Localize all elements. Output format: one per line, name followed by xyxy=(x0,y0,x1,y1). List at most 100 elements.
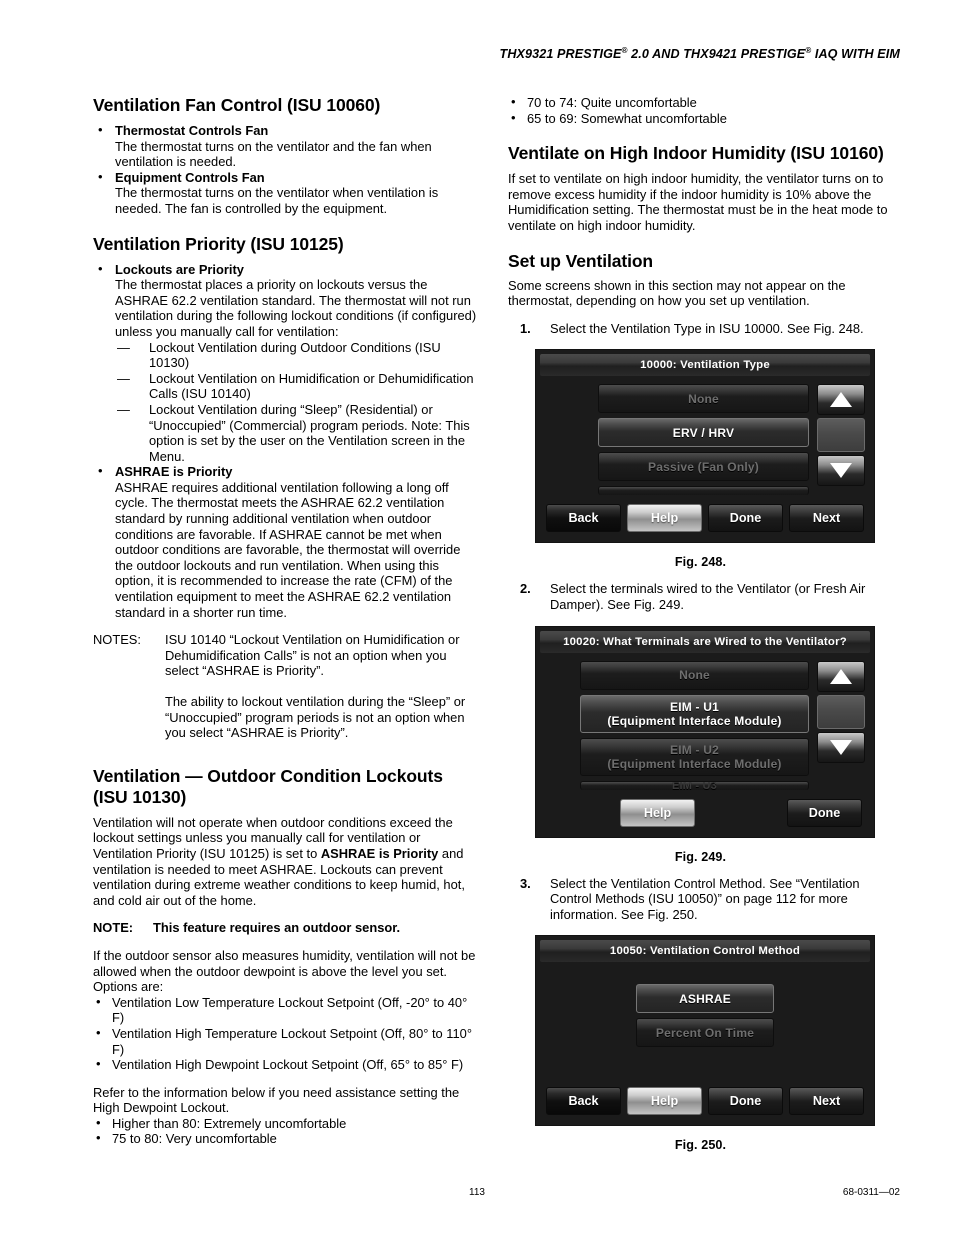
figure-250: 10050: Ventilation Control Method ASHRAE… xyxy=(508,935,893,1152)
left-column: Ventilation Fan Control (ISU 10060) Ther… xyxy=(93,95,478,1147)
option-passive-fan-only[interactable]: Passive (Fan Only) xyxy=(598,452,809,482)
list-item: Lockout Ventilation on Humidification or… xyxy=(115,371,478,402)
bullet-text-ashrae-is-priority: ASHRAE requires additional ventilation f… xyxy=(115,479,461,620)
screen-titlebar: 10020: What Terminals are Wired to the V… xyxy=(540,630,870,653)
option-percent-on-time[interactable]: Percent On Time xyxy=(636,1018,774,1048)
inline-bold-ashrae-is-priority: ASHRAE is Priority xyxy=(320,845,439,861)
screen-title: 10050: Ventilation Control Method xyxy=(609,945,801,958)
option-label: Percent On Time xyxy=(655,1025,755,1040)
screen-title: 10000: Ventilation Type xyxy=(640,359,770,372)
running-header-post: IAQ WITH EIM xyxy=(811,47,900,62)
screen-body: None ERV / HRV Passive (Fan Only) Back H… xyxy=(536,376,874,542)
screen-titlebar: 10050: Ventilation Control Method xyxy=(540,940,870,963)
scroll-down-button[interactable] xyxy=(817,731,865,763)
scrollbar[interactable] xyxy=(817,660,865,763)
step-item-3: 3. Select the Ventilation Control Method… xyxy=(508,876,893,923)
steps-list-1: 1. Select the Ventilation Type in ISU 10… xyxy=(508,321,893,337)
option-sublabel: (Equipment Interface Module) xyxy=(607,713,782,728)
thermostat-screen-10050[interactable]: 10050: Ventilation Control Method ASHRAE… xyxy=(535,935,875,1127)
button-row: Back Help Done Next xyxy=(536,1078,874,1125)
back-button[interactable]: Back xyxy=(546,504,621,533)
running-header: THX9321 PRESTIGE® 2.0 AND THX9421 PRESTI… xyxy=(500,46,900,61)
option-label: None xyxy=(688,391,719,406)
notes-label: NOTES: xyxy=(93,632,141,648)
options-area: ASHRAE Percent On Time xyxy=(536,984,874,1052)
option-eim-u1[interactable]: EIM - U1 (Equipment Interface Module) xyxy=(580,694,809,733)
scroll-up-button[interactable] xyxy=(817,384,865,416)
heading-set-up-ventilation: Set up Ventilation xyxy=(508,250,654,271)
help-button[interactable]: Help xyxy=(620,798,695,827)
option-label: ERV / HRV xyxy=(672,425,735,440)
list-item: Ventilation High Dewpoint Lockout Setpoi… xyxy=(93,1056,478,1073)
back-button[interactable]: Back xyxy=(546,1087,621,1116)
option-sublabel: (Equipment Interface Module) xyxy=(607,756,782,771)
triangle-up-icon xyxy=(830,392,852,408)
option-ashrae[interactable]: ASHRAE xyxy=(636,984,774,1014)
list-item: ASHRAE is Priority ASHRAE requires addit… xyxy=(93,463,478,620)
list-ventilation-priority: Lockouts are Priority The thermostat pla… xyxy=(93,261,478,621)
scroll-up-button[interactable] xyxy=(817,660,865,692)
scrollbar-thumb[interactable] xyxy=(817,418,865,453)
thermostat-screen-10000[interactable]: 10000: Ventilation Type None ERV / HRV P… xyxy=(535,349,875,544)
heading-ventilate-high-indoor-humidity: Ventilate on High Indoor Humidity (ISU 1… xyxy=(508,143,884,164)
list-item: 70 to 74: Quite uncomfortable xyxy=(508,94,893,111)
options-area: None EIM - U1 (Equipment Interface Modul… xyxy=(536,660,874,790)
figure-249: 10020: What Terminals are Wired to the V… xyxy=(508,625,893,864)
list-comfort-levels: Higher than 80: Extremely uncomfortable … xyxy=(93,1115,478,1147)
notes-paragraph-1: ISU 10140 “Lockout Ventilation on Humidi… xyxy=(165,632,460,679)
step-number: 3. xyxy=(520,875,531,891)
scroll-down-button[interactable] xyxy=(817,455,865,487)
list-item: Higher than 80: Extremely uncomfortable xyxy=(93,1115,478,1132)
option-partial-clipped[interactable] xyxy=(598,486,809,496)
help-button[interactable]: Help xyxy=(627,504,702,533)
scrollbar-thumb[interactable] xyxy=(817,694,865,729)
option-partial-clipped[interactable]: EIM - U3 xyxy=(580,780,809,790)
footer-document-number: 68-0311—02 xyxy=(842,1187,900,1198)
notes-block: NOTES: ISU 10140 “Lockout Ventilation on… xyxy=(93,632,478,741)
done-button[interactable]: Done xyxy=(708,1087,783,1116)
next-button[interactable]: Next xyxy=(789,504,864,533)
list-fan-control-options: Thermostat Controls Fan The thermostat t… xyxy=(93,122,478,217)
figure-caption-250: Fig. 250. xyxy=(674,1138,727,1153)
bullet-text-lockouts-are-priority: The thermostat places a priority on lock… xyxy=(115,277,477,339)
options-list: None ERV / HRV Passive (Fan Only) xyxy=(536,384,817,496)
thermostat-screen-10020[interactable]: 10020: What Terminals are Wired to the V… xyxy=(535,625,875,838)
option-erv-hrv[interactable]: ERV / HRV xyxy=(598,418,809,448)
list-item: 75 to 80: Very uncomfortable xyxy=(93,1130,478,1147)
list-item: Ventilation High Temperature Lockout Set… xyxy=(93,1025,478,1057)
option-eim-u2[interactable]: EIM - U2 (Equipment Interface Module) xyxy=(580,737,809,776)
paragraph-outdoor-lockouts: Ventilation will not operate when outdoo… xyxy=(93,815,478,909)
options-list: ASHRAE Percent On Time xyxy=(536,984,874,1052)
figure-caption-249: Fig. 249. xyxy=(674,849,727,864)
step-item-2: 2. Select the terminals wired to the Ven… xyxy=(508,581,893,612)
paragraph-high-indoor-humidity: If set to ventilate on high indoor humid… xyxy=(508,171,888,233)
next-button[interactable]: Next xyxy=(789,1087,864,1116)
heading-ventilation-fan-control: Ventilation Fan Control (ISU 10060) xyxy=(93,95,381,115)
bullet-label-ashrae-is-priority: ASHRAE is Priority xyxy=(115,464,233,480)
scrollbar[interactable] xyxy=(817,384,865,487)
option-none[interactable]: None xyxy=(580,660,809,690)
options-area: None ERV / HRV Passive (Fan Only) xyxy=(536,384,874,496)
help-button[interactable]: Help xyxy=(627,1087,702,1116)
list-item: Ventilation Low Temperature Lockout Setp… xyxy=(93,994,478,1026)
triangle-down-icon xyxy=(830,739,852,755)
done-button[interactable]: Done xyxy=(708,504,783,533)
done-button[interactable]: Done xyxy=(787,798,862,827)
paragraph-set-up-ventilation: Some screens shown in this section may n… xyxy=(508,277,846,309)
list-lockout-conditions: Lockout Ventilation during Outdoor Condi… xyxy=(115,340,478,465)
list-item: Equipment Controls Fan The thermostat tu… xyxy=(93,169,478,217)
option-none[interactable]: None xyxy=(598,384,809,414)
steps-list-3: 3. Select the Ventilation Control Method… xyxy=(508,876,893,923)
triangle-up-icon xyxy=(830,668,852,684)
